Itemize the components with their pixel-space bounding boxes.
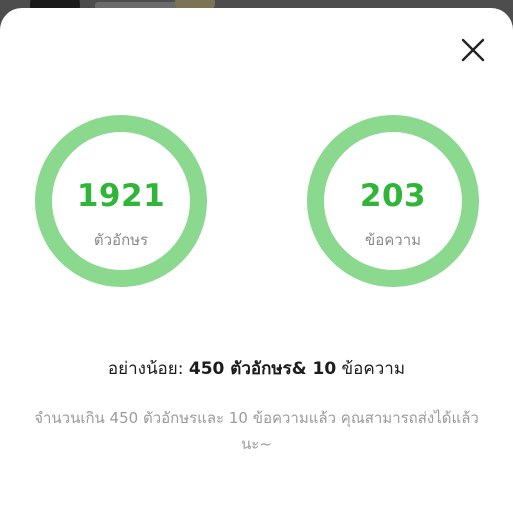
minimum-ampersand: &: [291, 359, 313, 379]
minimum-msgs-label: ข้อความ: [336, 359, 406, 379]
minimum-requirement: อย่างน้อย: 450 ตัวอักษร& 10 ข้อความ: [0, 355, 513, 382]
message-count-value: 203: [359, 178, 427, 214]
message-count-ring: 203 ข้อความ: [307, 115, 479, 287]
hint-text: จำนวนเกิน 450 ตัวอักษรและ 10 ข้อความแล้ว…: [34, 409, 479, 453]
character-count-label: ตัวอักษร: [93, 231, 149, 249]
stats-bottom-sheet: 1921 ตัวอักษร 203 ข้อความ อย่างน้อย: 450…: [0, 8, 513, 507]
minimum-prefix: อย่างน้อย:: [107, 359, 189, 379]
minimum-chars-count: 450: [188, 359, 225, 379]
minimum-msgs-count: 10: [312, 359, 337, 379]
message-count-label: ข้อความ: [364, 231, 422, 249]
character-count-ring: 1921 ตัวอักษร: [35, 115, 207, 287]
close-button[interactable]: [458, 35, 488, 65]
character-count-value: 1921: [76, 178, 166, 214]
minimum-chars-label: ตัวอักษร: [224, 359, 292, 379]
close-icon: [461, 38, 485, 62]
